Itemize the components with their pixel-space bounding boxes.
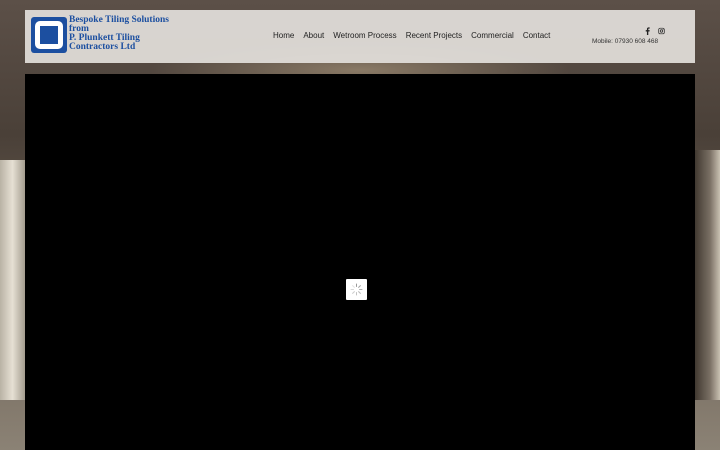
nav-item-contact[interactable]: Contact <box>523 31 551 43</box>
background-window-left <box>0 160 25 400</box>
company-logo[interactable] <box>31 17 67 53</box>
spinner-icon <box>350 283 363 296</box>
instagram-icon[interactable] <box>658 27 665 35</box>
nav-item-about[interactable]: About <box>303 31 324 43</box>
nav-item-commercial[interactable]: Commercial <box>471 31 514 43</box>
brand-name[interactable]: Bespoke Tiling Solutions from P. Plunket… <box>69 15 209 52</box>
main-nav: Home About Wetroom Process Recent Projec… <box>273 31 559 43</box>
nav-item-home[interactable]: Home <box>273 31 294 43</box>
loading-spinner <box>346 279 367 300</box>
nav-item-wetroom-process[interactable]: Wetroom Process <box>333 31 396 43</box>
brand-line: Contractors Ltd <box>69 42 136 52</box>
brand-line: Bespoke Tiling Solutions <box>69 15 169 25</box>
social-links <box>644 27 665 35</box>
background-shelf-right <box>695 150 720 400</box>
site-header: Bespoke Tiling Solutions from P. Plunket… <box>25 10 695 63</box>
logo-frame <box>35 21 63 49</box>
mobile-number[interactable]: Mobile: 07930 608 468 <box>592 38 658 45</box>
nav-item-recent-projects[interactable]: Recent Projects <box>406 31 462 43</box>
facebook-icon[interactable] <box>644 27 651 35</box>
logo-square <box>40 26 58 44</box>
virtual-tour-viewer[interactable] <box>25 74 695 450</box>
